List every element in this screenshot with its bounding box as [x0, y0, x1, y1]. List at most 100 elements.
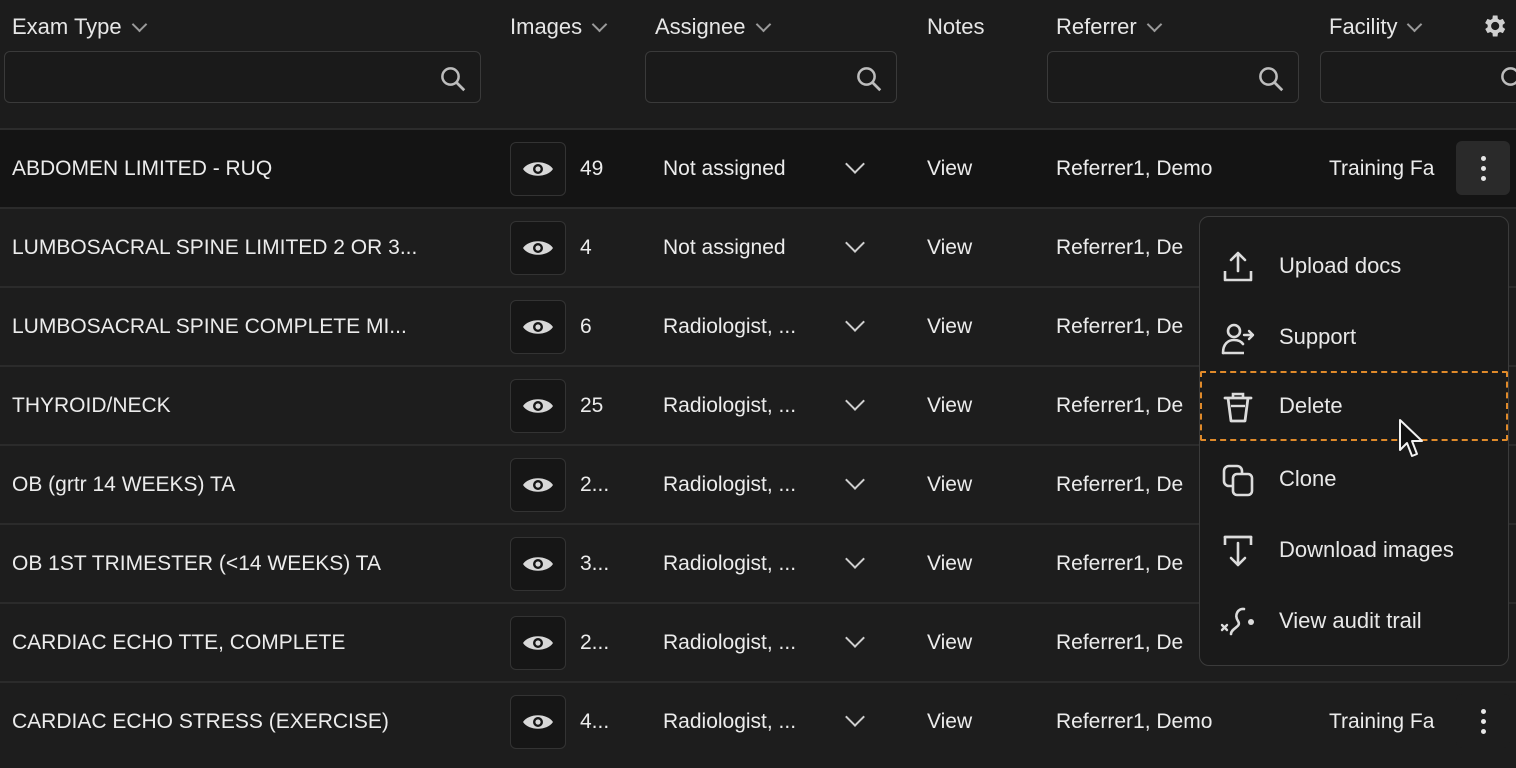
notes-view-link[interactable]: View	[927, 446, 1007, 523]
column-header-notes-label: Notes	[927, 14, 985, 39]
assignee-select[interactable]: Radiologist, ...	[663, 367, 833, 444]
kebab-dot	[1480, 165, 1486, 171]
notes-view-link[interactable]: View	[927, 130, 1007, 207]
view-images-button[interactable]	[510, 616, 566, 670]
notes-view-link[interactable]: View	[927, 209, 1007, 286]
view-images-button[interactable]	[510, 695, 566, 749]
search-icon	[441, 67, 466, 92]
search-icon	[1259, 67, 1284, 92]
chevron-down-icon[interactable]	[845, 154, 865, 174]
menu-item-label: Upload docs	[1279, 253, 1402, 278]
chevron-down-icon[interactable]	[845, 470, 865, 490]
referrer-cell: Referrer1, Demo	[1056, 156, 1213, 180]
menu-item-view-audit-trail[interactable]: View audit trail	[1200, 586, 1508, 656]
menu-item-delete[interactable]: Delete	[1200, 371, 1508, 441]
exam-type-cell: LUMBOSACRAL SPINE COMPLETE MI...	[12, 314, 407, 338]
row-actions-button[interactable]	[1456, 141, 1510, 195]
row-actions-menu: Upload docs Support Delete Clone Downloa…	[1199, 216, 1509, 666]
exam-type-cell: ABDOMEN LIMITED - RUQ	[12, 156, 273, 180]
notes-view-link[interactable]: View	[927, 288, 1007, 365]
eye-icon	[523, 557, 553, 571]
row-actions-button[interactable]	[1456, 694, 1510, 748]
menu-item-clone[interactable]: Clone	[1200, 444, 1508, 514]
table-row[interactable]: CARDIAC ECHO STRESS (EXERCISE) 4... Radi…	[0, 683, 1516, 768]
search-icon	[1501, 67, 1516, 86]
kebab-dot	[1480, 155, 1486, 161]
eye-icon	[523, 320, 553, 334]
exam-type-cell: OB (grtr 14 WEEKS) TA	[12, 472, 236, 496]
assignee-filter-input[interactable]	[645, 51, 897, 103]
eye-icon	[523, 636, 553, 650]
column-header-facility-label: Facility	[1329, 14, 1398, 39]
column-header-facility[interactable]: Facility	[1329, 14, 1423, 40]
image-count: 3...	[580, 551, 610, 575]
notes-view-link[interactable]: View	[927, 604, 1007, 681]
eye-icon	[523, 241, 553, 255]
assignee-select[interactable]: Radiologist, ...	[663, 604, 833, 681]
facility-filter-input[interactable]	[1320, 51, 1516, 103]
column-header-images[interactable]: Images	[510, 14, 608, 40]
referrer-cell: Referrer1, De	[1056, 314, 1184, 338]
notes-view-link[interactable]: View	[927, 367, 1007, 444]
chevron-down-icon[interactable]	[845, 707, 865, 727]
assignee-select[interactable]: Radiologist, ...	[663, 446, 833, 523]
menu-item-label: Download images	[1279, 537, 1454, 562]
trash-icon	[1223, 392, 1253, 423]
assignee-select[interactable]: Not assigned	[663, 130, 833, 207]
view-images-button[interactable]	[510, 537, 566, 591]
column-header-images-label: Images	[510, 14, 583, 39]
assignee-select[interactable]: Radiologist, ...	[663, 525, 833, 602]
referrer-cell: Referrer1, De	[1056, 393, 1184, 417]
column-header-referrer-label: Referrer	[1056, 14, 1137, 39]
view-images-button[interactable]	[510, 458, 566, 512]
exam-type-cell: OB 1ST TRIMESTER (<14 WEEKS) TA	[12, 551, 381, 575]
chevron-down-icon	[1407, 16, 1423, 32]
menu-item-support[interactable]: Support	[1200, 302, 1508, 372]
assignee-select[interactable]: Radiologist, ...	[663, 288, 833, 365]
chevron-down-icon[interactable]	[845, 233, 865, 253]
column-header-assignee[interactable]: Assignee	[655, 14, 771, 40]
eye-icon	[523, 162, 553, 176]
view-images-button[interactable]	[510, 142, 566, 196]
view-images-button[interactable]	[510, 379, 566, 433]
assignee-select[interactable]: Radiologist, ...	[663, 683, 833, 760]
column-header-referrer[interactable]: Referrer	[1056, 14, 1162, 40]
menu-item-download-images[interactable]: Download images	[1200, 515, 1508, 585]
referrer-cell: Referrer1, De	[1056, 472, 1184, 496]
table-row[interactable]: ABDOMEN LIMITED - RUQ 49 Not assigned Vi…	[0, 130, 1516, 209]
support-icon	[1221, 323, 1255, 355]
notes-view-link[interactable]: View	[927, 525, 1007, 602]
notes-view-link[interactable]: View	[927, 683, 1007, 760]
image-count: 6	[580, 314, 592, 338]
download-icon	[1223, 535, 1253, 567]
kebab-dot	[1480, 708, 1486, 714]
clone-icon	[1222, 464, 1254, 497]
chevron-down-icon	[131, 16, 147, 32]
view-images-button[interactable]	[510, 300, 566, 354]
menu-item-label: View audit trail	[1279, 608, 1422, 633]
audit-trail-icon	[1220, 607, 1254, 636]
column-header-exam-type-label: Exam Type	[12, 14, 122, 39]
assignee-select[interactable]: Not assigned	[663, 209, 833, 286]
gear-icon[interactable]	[1480, 12, 1508, 40]
referrer-cell: Referrer1, De	[1056, 551, 1184, 575]
view-images-button[interactable]	[510, 221, 566, 275]
exam-type-filter-input[interactable]	[4, 51, 481, 103]
referrer-cell: Referrer1, Demo	[1056, 709, 1213, 733]
menu-item-label: Support	[1279, 324, 1357, 349]
chevron-down-icon[interactable]	[845, 312, 865, 332]
chevron-down-icon[interactable]	[845, 391, 865, 411]
referrer-cell: Referrer1, De	[1056, 630, 1184, 654]
column-header-exam-type[interactable]: Exam Type	[12, 14, 147, 40]
referrer-filter-input[interactable]	[1047, 51, 1299, 103]
menu-item-label: Clone	[1279, 466, 1337, 491]
chevron-down-icon	[755, 16, 771, 32]
exam-type-cell: THYROID/NECK	[12, 393, 171, 417]
menu-item-upload-docs[interactable]: Upload docs	[1200, 231, 1508, 301]
eye-icon	[523, 399, 553, 413]
chevron-down-icon[interactable]	[845, 549, 865, 569]
chevron-down-icon[interactable]	[845, 628, 865, 648]
chevron-down-icon	[1146, 16, 1162, 32]
upload-icon	[1223, 251, 1253, 282]
eye-icon	[523, 715, 553, 729]
